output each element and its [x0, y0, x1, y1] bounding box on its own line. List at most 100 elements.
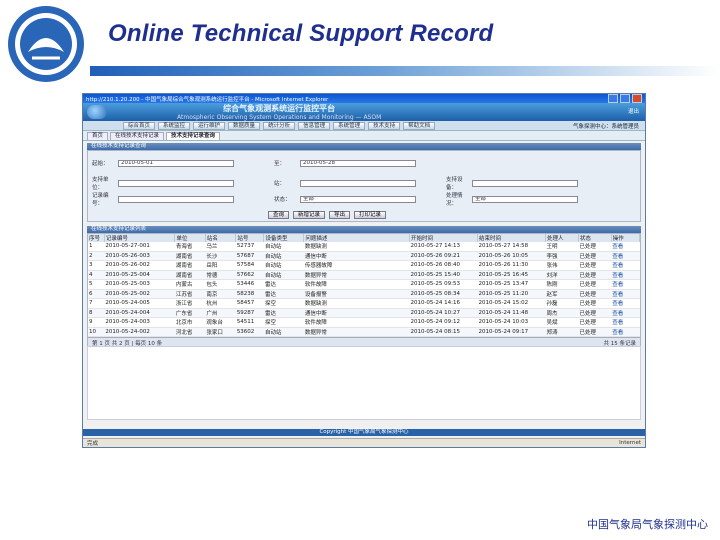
query-button[interactable]: 查询 — [268, 211, 290, 219]
start-date-input[interactable]: 2010-05-01 — [118, 159, 234, 167]
col-header[interactable]: 站号 — [235, 234, 265, 242]
table-cell: 张家口 — [205, 327, 236, 337]
table-cell: 常德 — [205, 270, 236, 280]
record-grid: 序号 记录编号 单位 站名 站号 设备类型 问题描述 开始时间 结束时间 处理人… — [87, 233, 641, 348]
table-row[interactable]: 3 2010-05-26-002 湖南省 岳阳 57584 自动站 传感器故障 2010-05… — [88, 260, 640, 271]
tab-record-query[interactable]: 技术支持记录查询 — [166, 132, 221, 140]
table-cell: 雷达 — [263, 308, 304, 318]
browser-statusbar: 完成 Internet — [83, 438, 645, 447]
copyright-bar: Copyright 中国气象局气象探测中心 — [83, 429, 645, 436]
table-cell: 张伟 — [545, 260, 579, 271]
table-cell: 8 — [88, 308, 105, 318]
unit-select[interactable] — [118, 179, 234, 187]
menu-item-info[interactable]: 信息管理 — [298, 121, 331, 130]
logout-button[interactable]: 退出 — [628, 107, 639, 115]
table-cell: 2010-05-27-001 — [104, 242, 175, 252]
main-menu: 综合首页 系统监控 运行维护 数据质量 统计分析 信息管理 系统管理 技术支持 … — [83, 121, 645, 131]
view-link[interactable]: 查看 — [611, 308, 640, 318]
table-row[interactable]: 8 2010-05-24-004 广东省 广州 59287 雷达 通信中断 2010-05-2… — [88, 308, 640, 318]
menu-item-system[interactable]: 系统管理 — [333, 121, 366, 130]
menu-item-quality[interactable]: 数据质量 — [228, 121, 261, 130]
record-no-label: 记录编号： — [92, 193, 109, 207]
view-link[interactable]: 查看 — [611, 317, 640, 328]
table-cell: 2010-05-26-002 — [104, 260, 175, 271]
title-divider — [90, 66, 720, 76]
add-record-button[interactable]: 新增记录 — [293, 211, 326, 219]
table-row[interactable]: 6 2010-05-25-002 江苏省 南京 58238 雷达 设备报警 2010-05-2… — [88, 289, 640, 299]
table-cell: 2010-05-25 09:53 — [409, 279, 478, 290]
view-link[interactable]: 查看 — [611, 242, 640, 252]
menu-item-monitor[interactable]: 系统监控 — [158, 121, 191, 130]
col-header[interactable]: 操作 — [611, 234, 641, 242]
print-button[interactable]: 打印记录 — [354, 211, 387, 219]
col-header[interactable]: 记录编号 — [104, 234, 176, 242]
col-header[interactable]: 序号 — [88, 234, 105, 242]
table-row[interactable]: 1 2010-05-27-001 青海省 乌兰 52737 自动站 数据缺测 2010-05-… — [88, 242, 640, 252]
col-header[interactable]: 问题描述 — [303, 234, 410, 242]
table-cell: 2010-05-26 11:30 — [477, 260, 546, 271]
col-header[interactable]: 设备类型 — [263, 234, 305, 242]
tab-home[interactable]: 首页 — [87, 132, 109, 140]
device-label: 支持设备： — [446, 177, 463, 191]
tab-support-record[interactable]: 在线技术支持记录 — [110, 132, 165, 140]
table-cell: 1 — [88, 242, 105, 252]
table-cell: 2010-05-24-005 — [104, 298, 175, 309]
table-row[interactable]: 7 2010-05-24-005 浙江省 杭州 58457 探空 数据缺测 2010-05-2… — [88, 298, 640, 309]
col-header[interactable]: 站名 — [205, 234, 237, 242]
view-link[interactable]: 查看 — [611, 260, 640, 271]
view-link[interactable]: 查看 — [611, 251, 640, 261]
table-cell: 2010-05-24 14:16 — [409, 298, 478, 309]
table-row[interactable]: 4 2010-05-25-004 湖南省 常德 57662 自动站 数据异常 2010-05-… — [88, 270, 640, 280]
table-cell: 已处理 — [578, 279, 612, 290]
table-cell: 自动站 — [263, 260, 304, 271]
handling-select[interactable]: 全部 — [472, 195, 578, 203]
table-cell: 2 — [88, 251, 105, 261]
view-link[interactable]: 查看 — [611, 270, 640, 280]
table-cell: 2010-05-25 15:40 — [409, 270, 478, 280]
table-cell: 浙江省 — [174, 298, 206, 309]
end-date-input[interactable]: 2010-05-28 — [300, 159, 416, 167]
table-row[interactable]: 10 2010-05-24-002 河北省 张家口 53602 自动站 数据异常 2010-0… — [88, 327, 640, 337]
slide-footer: 中国气象局气象探测中心 — [587, 518, 708, 531]
menu-item-maintenance[interactable]: 运行维护 — [193, 121, 226, 130]
table-cell: 10 — [88, 327, 105, 337]
menu-item-support[interactable]: 技术支持 — [368, 121, 401, 130]
record-no-input[interactable] — [118, 195, 234, 203]
view-link[interactable]: 查看 — [611, 279, 640, 290]
menu-item-help[interactable]: 帮助文档 — [403, 121, 436, 130]
col-header[interactable]: 状态 — [578, 234, 612, 242]
table-cell: 9 — [88, 317, 105, 328]
col-header[interactable]: 处理人 — [545, 234, 579, 242]
table-row[interactable]: 9 2010-05-24-003 北京市 观象台 54511 探空 软件故障 2010-05-… — [88, 317, 640, 328]
table-cell: 2010-05-24 08:15 — [409, 327, 478, 337]
table-cell: 吴斌 — [545, 317, 579, 328]
table-cell: 2010-05-25 16:45 — [477, 270, 546, 280]
table-cell: 2010-05-24-002 — [104, 327, 175, 337]
close-icon[interactable] — [632, 94, 642, 103]
col-header[interactable]: 结束时间 — [477, 234, 547, 242]
col-header[interactable]: 单位 — [174, 234, 206, 242]
maximize-icon[interactable] — [620, 94, 630, 103]
table-cell: 自动站 — [263, 242, 304, 252]
menu-item-statistics[interactable]: 统计分析 — [263, 121, 296, 130]
table-cell: 53446 — [235, 279, 264, 290]
table-row[interactable]: 5 2010-05-25-003 内蒙古 包头 53446 雷达 软件故障 2010-05-2… — [88, 279, 640, 290]
table-cell: 2010-05-27 14:58 — [477, 242, 546, 252]
table-cell: 内蒙古 — [174, 279, 206, 290]
minimize-icon[interactable] — [608, 94, 618, 103]
menu-item-home[interactable]: 综合首页 — [123, 121, 156, 130]
table-cell: 通信中断 — [303, 308, 410, 318]
table-cell: 观象台 — [205, 317, 236, 328]
export-button[interactable]: 导出 — [329, 211, 351, 219]
station-input[interactable] — [300, 179, 416, 187]
col-header[interactable]: 开始时间 — [409, 234, 479, 242]
query-panel-header: 在线技术支持记录查询 — [87, 143, 641, 150]
table-cell: 已处理 — [578, 298, 612, 309]
table-row[interactable]: 2 2010-05-26-003 湖南省 长沙 57687 自动站 通信中断 2010-05-… — [88, 251, 640, 261]
view-link[interactable]: 查看 — [611, 289, 640, 299]
status-select[interactable]: 全部 — [300, 195, 416, 203]
table-cell: 广东省 — [174, 308, 206, 318]
device-select[interactable] — [472, 179, 578, 187]
view-link[interactable]: 查看 — [611, 298, 640, 309]
view-link[interactable]: 查看 — [611, 327, 640, 337]
